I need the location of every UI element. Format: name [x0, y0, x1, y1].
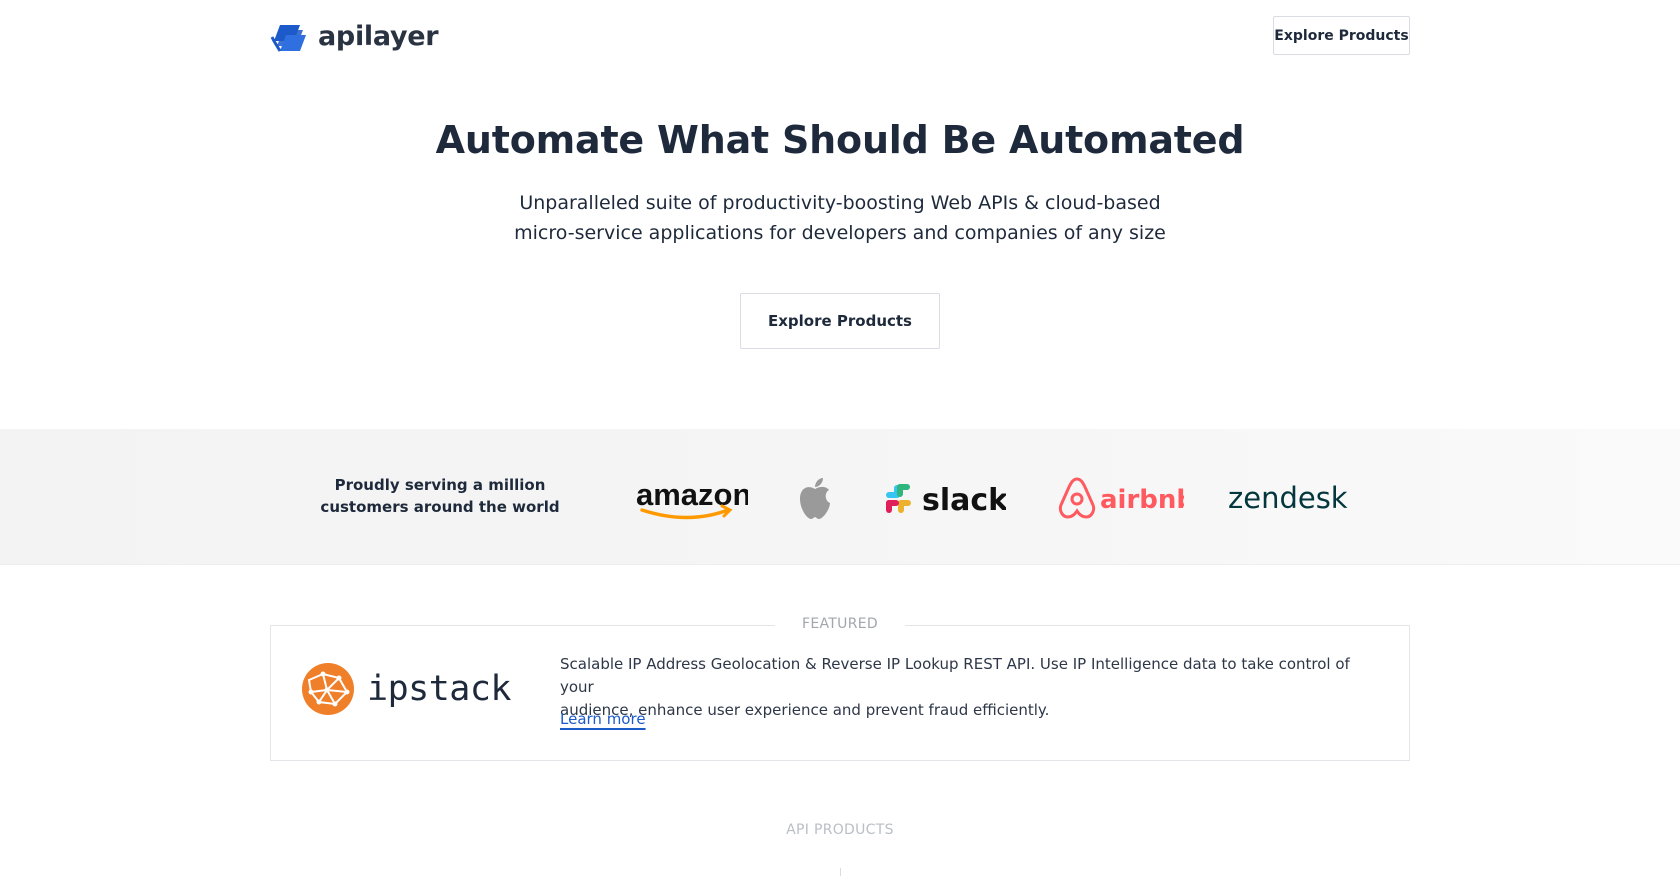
api-products-label: API PRODUCTS	[786, 822, 894, 838]
ipstack-wordmark: ipstack	[367, 669, 512, 709]
customers-text: Proudly serving a million customers arou…	[320, 474, 560, 518]
featured-description: Scalable IP Address Geolocation & Revers…	[560, 653, 1350, 722]
svg-text:airbnb: airbnb	[1100, 485, 1184, 515]
svg-text:amazon: amazon	[636, 477, 748, 512]
customers-band: Proudly serving a million customers arou…	[0, 429, 1680, 565]
hero-subtitle-line: Unparalleled suite of productivity-boost…	[519, 192, 1161, 214]
svg-text:zendesk: zendesk	[1228, 481, 1348, 515]
apilayer-wordmark: apilayer	[318, 20, 439, 52]
hero-title: Automate What Should Be Automated	[435, 118, 1245, 162]
zendesk-logo: zendesk	[1228, 475, 1362, 521]
airbnb-logo: airbnb	[1058, 475, 1184, 521]
customers-text-line: customers around the world	[320, 498, 560, 516]
slack-logo: slack	[884, 475, 1006, 521]
explore-products-button[interactable]: Explore Products	[1273, 16, 1410, 55]
ipstack-logo[interactable]: ipstack	[301, 662, 512, 716]
apilayer-logo-icon	[270, 25, 306, 52]
svg-text:slack: slack	[922, 483, 1006, 518]
customers-text-line: Proudly serving a million	[334, 476, 546, 494]
hero-subtitle: Unparalleled suite of productivity-boost…	[490, 188, 1190, 248]
amazon-logo: amazon	[636, 475, 748, 521]
learn-more-link[interactable]: Learn more	[560, 710, 646, 728]
ipstack-globe-icon	[302, 663, 354, 715]
featured-description-line: audience, enhance user experience and pr…	[560, 701, 1050, 719]
site-header: apilayer Explore Products	[0, 0, 1680, 72]
featured-description-line: Scalable IP Address Geolocation & Revers…	[560, 655, 1350, 696]
apilayer-logo[interactable]: apilayer	[270, 18, 439, 54]
section-divider	[840, 868, 841, 876]
featured-label: FEATURED	[802, 616, 878, 632]
hero-subtitle-line: micro-service applications for developer…	[514, 222, 1166, 244]
hero-explore-products-button[interactable]: Explore Products	[740, 293, 940, 349]
apple-logo	[798, 475, 832, 521]
